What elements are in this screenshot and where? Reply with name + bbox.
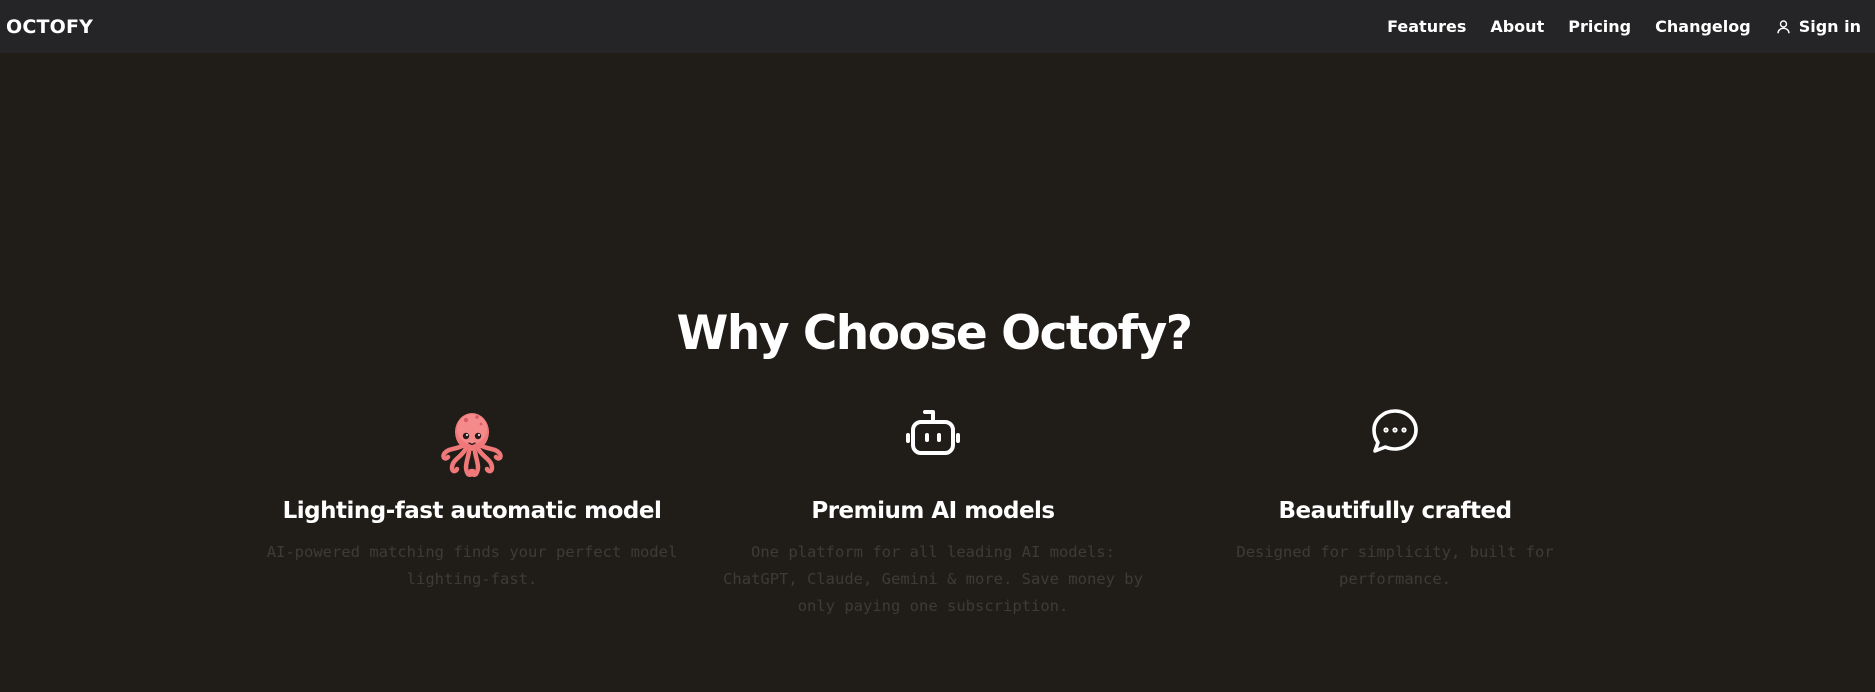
feature-icon-wrapper (252, 408, 692, 480)
feature-title: Beautifully crafted (1278, 498, 1512, 524)
feature-title: Lighting-fast automatic model (282, 498, 662, 524)
top-navbar: OCTOFY Features About Pricing Changelog … (0, 0, 1875, 53)
sign-in-label: Sign in (1798, 17, 1861, 36)
feature-card-premium-models: Premium AI models One platform for all l… (713, 408, 1153, 620)
nav-link-features[interactable]: Features (1387, 17, 1466, 36)
nav-links: Features About Pricing Changelog Sign in (1363, 17, 1861, 36)
feature-icon-wrapper (1175, 408, 1615, 480)
nav-link-pricing[interactable]: Pricing (1568, 17, 1631, 36)
chat-bubble-icon (1372, 409, 1418, 453)
robot-icon (906, 410, 960, 455)
feature-card-beautifully-crafted: Beautifully crafted Designed for simplic… (1175, 408, 1615, 593)
feature-description: AI-powered matching finds your perfect m… (266, 543, 678, 588)
feature-description: One platform for all leading AI models: … (723, 543, 1143, 615)
feature-title: Premium AI models (811, 498, 1055, 524)
brand-logo[interactable]: OCTOFY (6, 16, 93, 38)
section-headline: Why Choose Octofy? (676, 306, 1193, 361)
octopus-icon (441, 413, 503, 478)
sign-in-button[interactable]: Sign in (1777, 17, 1861, 36)
user-icon (1777, 19, 1790, 33)
feature-card-fast-model: Lighting-fast automatic model AI-powered… (252, 408, 692, 593)
nav-link-about[interactable]: About (1490, 17, 1544, 36)
feature-description: Designed for simplicity, built for perfo… (1236, 543, 1554, 588)
feature-icon-wrapper (713, 408, 1153, 480)
nav-link-changelog[interactable]: Changelog (1655, 17, 1751, 36)
